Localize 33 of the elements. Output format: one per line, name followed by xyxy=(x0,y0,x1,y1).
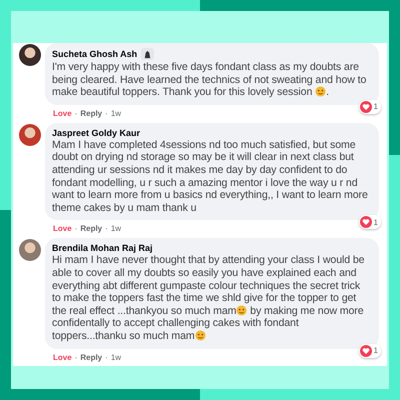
love-link[interactable]: Love xyxy=(53,224,72,234)
reaction-badge[interactable]: 1 xyxy=(358,344,381,358)
author-name[interactable]: Jaspreet Goldy Kaur xyxy=(52,128,140,138)
reply-link[interactable]: Reply xyxy=(80,224,102,234)
separator-dot: · xyxy=(74,224,78,234)
separator-dot: · xyxy=(105,108,108,118)
comment-time: 1w xyxy=(110,352,122,362)
separator-dot: · xyxy=(74,108,78,118)
comment-time: 1w xyxy=(110,108,122,118)
author-name[interactable]: Brendila Mohan Raj Raj xyxy=(52,243,153,254)
emoji-icon xyxy=(194,330,206,341)
reply-link[interactable]: Reply xyxy=(80,108,102,118)
separator-dot: · xyxy=(74,352,78,362)
emoji-icon xyxy=(236,304,248,316)
reaction-count: 1 xyxy=(374,102,378,112)
comment-text: Mam I have completed 4sessions nd too much satisfied, but some doubt on drying nd storage so may be it will clear in next class but attending ur sessions nd it makes me day by day confident to do fondant modelling, u r such a amazing mentor i love the way u r nd want to learn more from u basics nd everything,, I want to learn more theme cakes by u mam thank u xyxy=(52,138,369,214)
reply-link[interactable]: Reply xyxy=(80,352,102,362)
reaction-badge[interactable]: 1 xyxy=(358,100,381,114)
emoji-icon xyxy=(315,86,326,98)
avatar[interactable] xyxy=(19,44,41,66)
reaction-badge[interactable]: 1 xyxy=(358,215,381,230)
reaction-count: 1 xyxy=(374,346,378,355)
comment-text: Hi mam I have never thought that by attending your class I would be able to cover all my doubts so easily you have explained each and everything abt different gumpaste colour techniques the secret trick to make the toppers fast the time we shld give for the topper to get the real effect ...thankyou so much mam by making me now more confidentally to accept challenging cakes with fondant toppers...thanku so much mam xyxy=(52,254,366,342)
author-name[interactable]: Sucheta Ghosh Ash xyxy=(52,49,138,59)
separator-dot: · xyxy=(105,224,108,234)
reaction-count: 1 xyxy=(374,218,378,227)
love-link[interactable]: Love xyxy=(53,352,72,362)
comment-time: 1w xyxy=(110,224,122,234)
comment-text: I'm very happy with these five days fondant class as my doubts are being cleared. Have learned the technics of not sweating and how to make beautiful toppers. Thank you for this lovely session . xyxy=(52,61,368,99)
heart-icon xyxy=(360,344,372,356)
separator-dot: · xyxy=(105,352,108,362)
heart-icon xyxy=(360,100,372,113)
love-link[interactable]: Love xyxy=(53,108,72,118)
